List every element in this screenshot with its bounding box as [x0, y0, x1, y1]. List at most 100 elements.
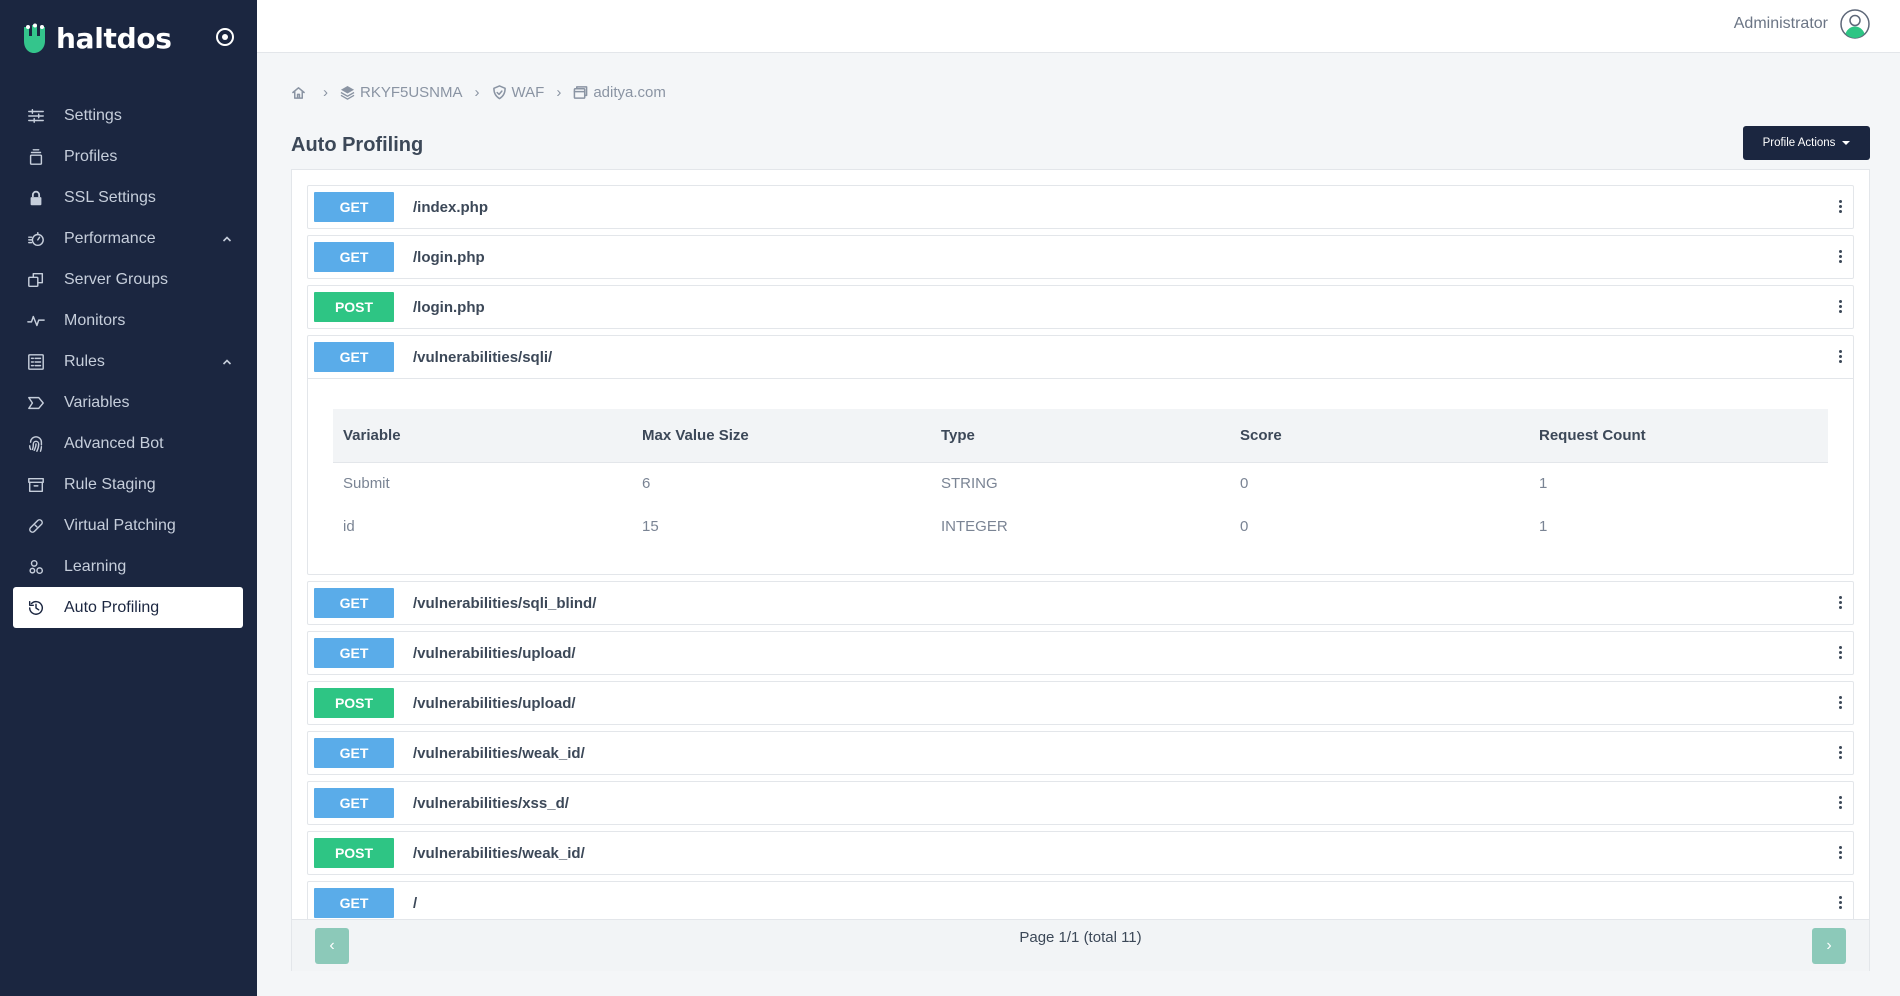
sidebar-item-monitors[interactable]: Monitors	[13, 300, 243, 341]
table-cell: STRING	[941, 475, 998, 493]
route-header[interactable]: GET/vulnerabilities/xss_d/	[308, 782, 1853, 824]
breadcrumb-separator: ›	[556, 84, 562, 101]
method-badge: POST	[314, 838, 394, 868]
more-options-icon[interactable]	[1837, 348, 1843, 366]
window-icon	[573, 85, 593, 100]
sidebar-item-profiles[interactable]: Profiles	[13, 136, 243, 177]
sidebar-item-label: Learning	[64, 557, 127, 575]
breadcrumb-item[interactable]	[291, 85, 311, 100]
breadcrumb-label: RKYF5USNMA	[360, 84, 463, 101]
sidebar-item-auto-profiling[interactable]: Auto Profiling	[13, 587, 243, 628]
more-options-icon[interactable]	[1837, 248, 1843, 266]
list-icon	[26, 352, 46, 372]
breadcrumb: › RKYF5USNMA › WAF › aditya.com	[291, 84, 666, 101]
more-options-icon[interactable]	[1837, 694, 1843, 712]
variables-table: Variable Max Value Size Type Score Request C…	[333, 409, 1828, 548]
sidebar-item-variables[interactable]: Variables	[13, 382, 243, 423]
sidebar-item-label: Performance	[64, 229, 156, 247]
route-details: Variable Max Value Size Type Score Request C…	[308, 378, 1853, 574]
sidebar-item-label: Virtual Patching	[64, 516, 176, 534]
more-options-icon[interactable]	[1837, 644, 1843, 662]
table-row: id 15 INTEGER 0 1	[333, 505, 1828, 548]
user-menu[interactable]: Administrator	[1734, 9, 1870, 39]
user-name: Administrator	[1733, 15, 1828, 32]
brand[interactable]: haltdos	[22, 22, 172, 55]
tag-icon	[26, 393, 46, 413]
route-header[interactable]: POST/vulnerabilities/weak_id/	[308, 832, 1853, 874]
sidebar-toggle-icon[interactable]	[214, 26, 236, 48]
topbar: Administrator	[257, 0, 1900, 53]
table-cell: Submit	[343, 475, 390, 493]
profile-actions-button[interactable]: Profile Actions	[1743, 126, 1870, 160]
route-header[interactable]: GET/vulnerabilities/sqli/	[308, 336, 1853, 378]
sidebar-item-server-groups[interactable]: Server Groups	[13, 259, 243, 300]
avatar-icon[interactable]	[1840, 9, 1870, 39]
table-header-row: Variable Max Value Size Type Score Request C…	[333, 409, 1828, 463]
route-item: GET/vulnerabilities/sqli_blind/	[307, 581, 1854, 625]
sidebar-item-rules[interactable]: Rules	[13, 341, 243, 382]
method-badge: GET	[314, 588, 394, 618]
sidebar-item-settings[interactable]: Settings	[13, 95, 243, 136]
route-item: GET/index.php	[307, 185, 1854, 229]
sidebar-item-rule-staging[interactable]: Rule Staging	[13, 464, 243, 505]
column-header: Type	[931, 409, 1230, 463]
sidebar-item-learning[interactable]: Learning	[13, 546, 243, 587]
route-header[interactable]: POST/vulnerabilities/upload/	[308, 682, 1853, 724]
more-options-icon[interactable]	[1837, 894, 1843, 912]
chevron-up-icon[interactable]	[221, 232, 233, 244]
sidebar-item-advanced-bot[interactable]: Advanced Bot	[13, 423, 243, 464]
route-path: /vulnerabilities/weak_id/	[413, 844, 585, 862]
lock-icon	[26, 188, 46, 208]
table-row: Submit 6 STRING 0 1	[333, 462, 1828, 505]
table-cell: 1	[1539, 518, 1548, 535]
route-header[interactable]: GET /	[308, 882, 1853, 924]
caret-down-icon	[1842, 141, 1851, 145]
more-options-icon[interactable]	[1837, 198, 1843, 216]
more-options-icon[interactable]	[1837, 844, 1843, 862]
sliders-icon	[26, 106, 46, 126]
route-header[interactable]: GET/vulnerabilities/sqli_blind/	[308, 582, 1853, 624]
route-header[interactable]: GET/vulnerabilities/upload/	[308, 632, 1853, 674]
more-options-icon[interactable]	[1837, 298, 1843, 316]
sidebar-item-label: SSL Settings	[64, 188, 156, 206]
pulse-icon	[26, 311, 46, 331]
table-cell: 0	[1240, 518, 1249, 535]
route-item: GET/vulnerabilities/xss_d/	[307, 781, 1854, 825]
route-header[interactable]: POST/login.php	[308, 286, 1853, 328]
page-info: Page 1/1 (total 11)	[1019, 929, 1142, 946]
pagination: ‹ Page 1/1 (total 11) ›	[292, 919, 1869, 971]
copy-icon	[26, 270, 46, 290]
method-badge: GET	[314, 638, 394, 668]
route-path: /login.php	[413, 298, 485, 316]
column-header: Max Value Size	[632, 409, 931, 463]
more-options-icon[interactable]	[1837, 744, 1843, 762]
route-item: GET/vulnerabilities/weak_id/	[307, 731, 1854, 775]
table-cell: 1	[1539, 475, 1548, 493]
chevron-up-icon[interactable]	[221, 355, 233, 367]
column-header: Score	[1230, 409, 1529, 463]
breadcrumb-item[interactable]: RKYF5USNMA	[340, 84, 463, 101]
method-badge: GET	[314, 888, 394, 918]
route-header[interactable]: GET/vulnerabilities/weak_id/	[308, 732, 1853, 774]
sidebar-item-ssl-settings[interactable]: SSL Settings	[13, 177, 243, 218]
more-options-icon[interactable]	[1837, 594, 1843, 612]
sidebar-item-label: Server Groups	[64, 270, 169, 288]
table-cell: INTEGER	[941, 518, 1008, 535]
haltdos-logo-icon	[24, 23, 45, 53]
breadcrumb-item[interactable]: WAF	[492, 84, 544, 101]
speedometer-icon	[26, 229, 46, 249]
route-header[interactable]: GET/index.php	[308, 186, 1853, 228]
sidebar-item-label: Monitors	[64, 311, 126, 329]
breadcrumb-item[interactable]: aditya.com	[573, 84, 666, 101]
route-header[interactable]: GET/login.php	[308, 236, 1853, 278]
next-page-button[interactable]: ›	[1812, 928, 1846, 964]
sidebar-item-performance[interactable]: Performance	[13, 218, 243, 259]
route-path: /vulnerabilities/sqli/	[413, 348, 553, 366]
more-options-icon[interactable]	[1837, 794, 1843, 812]
route-item: POST/vulnerabilities/upload/	[307, 681, 1854, 725]
sidebar-item-label: Variables	[64, 393, 130, 411]
route-path: /vulnerabilities/sqli_blind/	[413, 594, 597, 612]
method-badge: GET	[314, 192, 394, 222]
table-cell: id	[343, 518, 355, 535]
sidebar-item-virtual-patching[interactable]: Virtual Patching	[13, 505, 243, 546]
